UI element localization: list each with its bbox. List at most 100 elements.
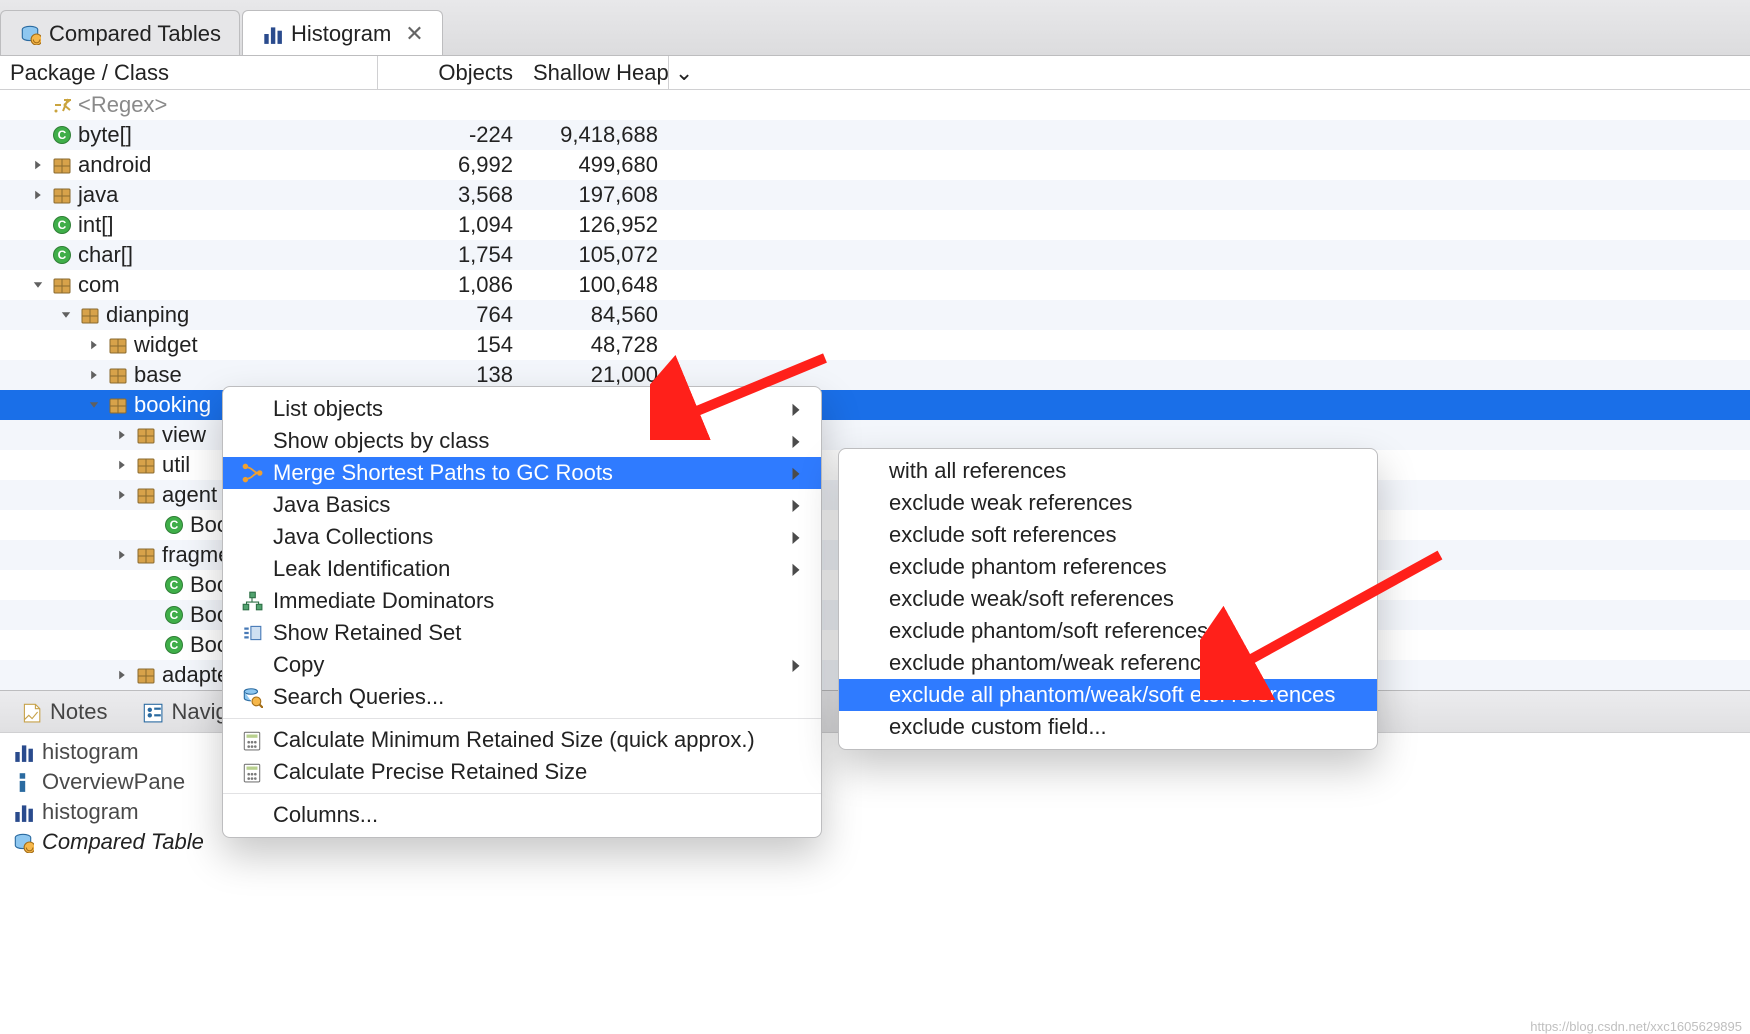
- menu-item[interactable]: Java Basics: [223, 489, 821, 521]
- class-icon: [52, 125, 72, 145]
- table-row[interactable]: char[]1,754105,072: [0, 240, 1750, 270]
- package-icon: [136, 455, 156, 475]
- menu-item[interactable]: exclude phantom/soft references: [839, 615, 1377, 647]
- menu-item[interactable]: Copy: [223, 649, 821, 681]
- table-row[interactable]: byte[]-2249,418,688: [0, 120, 1750, 150]
- table-row[interactable]: android6,992499,680: [0, 150, 1750, 180]
- close-icon[interactable]: ✕: [405, 21, 423, 47]
- menu-item-label: exclude phantom/weak references: [889, 650, 1359, 676]
- package-icon: [108, 395, 128, 415]
- table-header: Package / Class Objects Shallow Heap ⌄: [0, 56, 1750, 90]
- menu-item-label: exclude weak/soft references: [889, 586, 1359, 612]
- package-icon: [52, 185, 72, 205]
- expand-right-icon[interactable]: [30, 188, 46, 202]
- table-row[interactable]: dianping76484,560: [0, 300, 1750, 330]
- expand-right-icon[interactable]: [114, 668, 130, 682]
- cell-objects: 1,754: [378, 240, 523, 270]
- col-package-class[interactable]: Package / Class: [0, 56, 378, 90]
- cell-shallow: 48,728: [523, 330, 668, 360]
- package-icon: [136, 545, 156, 565]
- menu-item[interactable]: Show objects by class: [223, 425, 821, 457]
- menu-item-label: Immediate Dominators: [273, 588, 803, 614]
- menu-item-label: exclude all phantom/weak/soft etc. refer…: [889, 682, 1359, 708]
- menu-item-label: Merge Shortest Paths to GC Roots: [273, 460, 779, 486]
- blank-icon: [241, 526, 263, 548]
- submenu-gc-roots[interactable]: with all references exclude weak referenc…: [838, 448, 1378, 750]
- row-label: dianping: [106, 302, 189, 328]
- bottom-tab-notes[interactable]: Notes: [10, 693, 117, 731]
- menu-item[interactable]: Calculate Precise Retained Size: [223, 756, 821, 788]
- menu-item[interactable]: exclude weak references: [839, 487, 1377, 519]
- menu-item[interactable]: Leak Identification: [223, 553, 821, 585]
- menu-item[interactable]: exclude phantom/weak references: [839, 647, 1377, 679]
- menu-item[interactable]: exclude custom field...: [839, 711, 1377, 743]
- menu-item[interactable]: Calculate Minimum Retained Size (quick a…: [223, 724, 821, 756]
- cell-objects: 3,568: [378, 180, 523, 210]
- menu-item[interactable]: Immediate Dominators: [223, 585, 821, 617]
- menu-item[interactable]: exclude soft references: [839, 519, 1377, 551]
- menu-item-label: Calculate Minimum Retained Size (quick a…: [273, 727, 803, 753]
- expand-right-icon[interactable]: [114, 428, 130, 442]
- blank-icon: [857, 556, 879, 578]
- package-icon: [108, 335, 128, 355]
- cell-name: byte[]: [0, 120, 378, 150]
- cmp-icon: [12, 831, 34, 853]
- cell-shallow: 499,680: [523, 150, 668, 180]
- expand-down-icon[interactable]: [58, 308, 74, 322]
- search-icon: [241, 686, 263, 708]
- table-row[interactable]: java3,568197,608: [0, 180, 1750, 210]
- submenu-arrow-icon: [789, 396, 803, 422]
- table-row[interactable]: com1,086100,648: [0, 270, 1750, 300]
- menu-item[interactable]: Columns...: [223, 799, 821, 831]
- cell-name: java: [0, 180, 378, 210]
- menu-item-label: with all references: [889, 458, 1359, 484]
- menu-item[interactable]: Search Queries...: [223, 681, 821, 713]
- cell-name: com: [0, 270, 378, 300]
- table-row[interactable]: widget15448,728: [0, 330, 1750, 360]
- expand-right-icon[interactable]: [86, 338, 102, 352]
- submenu-arrow-icon: [789, 492, 803, 518]
- row-label: int[]: [78, 212, 113, 238]
- expand-right-icon[interactable]: [30, 158, 46, 172]
- blank-icon: [241, 558, 263, 580]
- table-row[interactable]: int[]1,094126,952: [0, 210, 1750, 240]
- menu-item-label: exclude phantom/soft references: [889, 618, 1359, 644]
- cell-objects: 1,086: [378, 270, 523, 300]
- expand-right-icon[interactable]: [114, 488, 130, 502]
- expand-right-icon[interactable]: [114, 548, 130, 562]
- menu-item[interactable]: Show Retained Set: [223, 617, 821, 649]
- cell-objects: 154: [378, 330, 523, 360]
- menu-item[interactable]: exclude phantom references: [839, 551, 1377, 583]
- tab-label: Compared Tables: [49, 21, 221, 47]
- blank-icon: [857, 716, 879, 738]
- expand-right-icon[interactable]: [86, 368, 102, 382]
- menu-item[interactable]: Java Collections: [223, 521, 821, 553]
- context-menu[interactable]: List objectsShow objects by class Merge S…: [222, 386, 822, 838]
- menu-item-label: exclude phantom references: [889, 554, 1359, 580]
- blank-icon: [857, 524, 879, 546]
- cell-objects: -224: [378, 120, 523, 150]
- row-label: view: [162, 422, 206, 448]
- blank-icon: [857, 652, 879, 674]
- tab-label: Histogram: [291, 21, 391, 47]
- table-row[interactable]: <Regex>: [0, 90, 1750, 120]
- cell-shallow: 197,608: [523, 180, 668, 210]
- col-shallow-heap[interactable]: Shallow Heap ⌄: [523, 56, 668, 90]
- menu-item[interactable]: Merge Shortest Paths to GC Roots: [223, 457, 821, 489]
- tab-compared-tables[interactable]: Compared Tables: [0, 10, 240, 55]
- nav-item-label: histogram: [42, 739, 139, 765]
- nav-item-label: OverviewPane: [42, 769, 185, 795]
- menu-item[interactable]: with all references: [839, 455, 1377, 487]
- menu-item[interactable]: List objects: [223, 393, 821, 425]
- menu-item[interactable]: exclude all phantom/weak/soft etc. refer…: [839, 679, 1377, 711]
- col-objects[interactable]: Objects: [378, 56, 523, 90]
- menu-item-label: Calculate Precise Retained Size: [273, 759, 803, 785]
- calc-icon: [241, 761, 263, 783]
- tab-histogram[interactable]: Histogram ✕: [242, 10, 443, 55]
- expand-down-icon[interactable]: [30, 278, 46, 292]
- package-icon: [80, 305, 100, 325]
- navigation-icon: [141, 701, 163, 723]
- expand-down-icon[interactable]: [86, 398, 102, 412]
- expand-right-icon[interactable]: [114, 458, 130, 472]
- menu-item[interactable]: exclude weak/soft references: [839, 583, 1377, 615]
